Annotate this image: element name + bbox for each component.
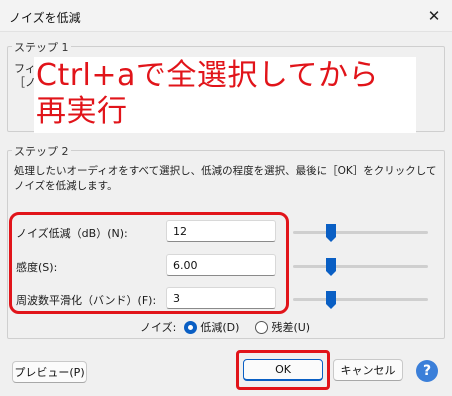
params-highlight <box>9 212 289 314</box>
radio-residue[interactable] <box>255 320 269 334</box>
preview-button[interactable]: プレビュー(P) <box>12 361 87 383</box>
overlay-line1: Ctrl+aで全選択してから <box>36 58 379 93</box>
sensitivity-slider[interactable] <box>293 265 428 268</box>
radio-reduce-label[interactable]: 低減(D) <box>200 319 239 335</box>
noise-label: ノイズ: <box>140 321 177 334</box>
step1-text-line2: ［ノ <box>14 76 36 89</box>
noise-option-row: ノイズ: 低減(D) 残差(U) <box>140 319 310 335</box>
radio-residue-label[interactable]: 残差(U) <box>271 319 310 335</box>
overlay-line2: 再実行 <box>36 94 128 129</box>
step2-description-line2: ノイズを低減します。 <box>14 180 118 192</box>
instruction-overlay: Ctrl+aで全選択してから 再実行 <box>34 57 416 133</box>
cancel-button[interactable]: キャンセル <box>333 359 403 381</box>
step1-label: ステップ 1 <box>12 39 71 55</box>
window-title: ノイズを低減 <box>9 11 81 25</box>
title-bar: ノイズを低減 ✕ <box>0 0 452 32</box>
help-icon[interactable]: ? <box>416 360 438 382</box>
ok-button[interactable]: OK <box>243 359 323 381</box>
frequency-smoothing-slider[interactable] <box>293 298 428 301</box>
step2-description-line1: 処理したいオーディオをすべて選択し、低減の程度を選択、最後に［OK］をクリックし… <box>14 165 437 177</box>
radio-reduce[interactable] <box>184 320 198 334</box>
close-icon[interactable]: ✕ <box>422 4 446 28</box>
step2-label: ステップ 2 <box>12 143 71 159</box>
noise-reduction-slider[interactable] <box>293 231 428 234</box>
